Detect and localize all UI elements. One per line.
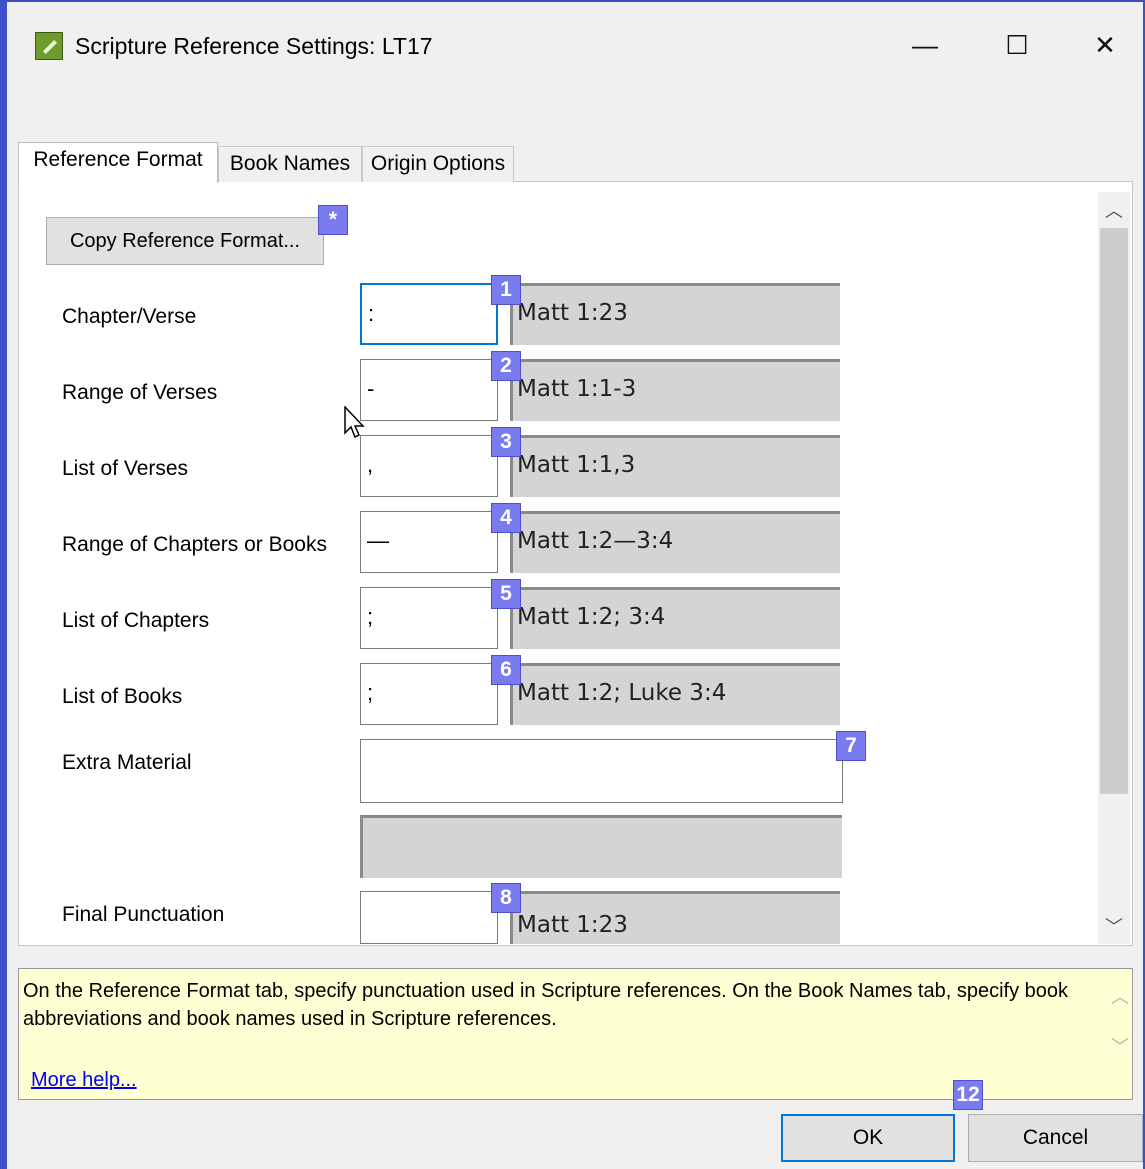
list-of-verses-preview: Matt 1:1,3 bbox=[510, 435, 840, 497]
tab-origin-options[interactable]: Origin Options bbox=[362, 146, 514, 182]
extra-material-input[interactable] bbox=[360, 739, 843, 803]
title-bar: Scripture Reference Settings: LT17 — ☐ ✕ bbox=[7, 2, 1143, 90]
scroll-down-icon[interactable]: ﹀ bbox=[1098, 912, 1130, 942]
badge-copy: * bbox=[318, 205, 348, 235]
help-text: On the Reference Format tab, specify pun… bbox=[23, 980, 1068, 1030]
scroll-up-icon[interactable]: ︿ bbox=[1098, 196, 1130, 226]
help-scroll-up-icon[interactable]: ︿ bbox=[1111, 983, 1129, 1009]
badge-8: 8 bbox=[491, 883, 521, 913]
badge-1: 1 bbox=[491, 275, 521, 305]
badge-4: 4 bbox=[491, 503, 521, 533]
cancel-button[interactable]: Cancel bbox=[968, 1114, 1143, 1162]
list-of-chapters-input[interactable]: ; bbox=[360, 587, 498, 649]
list-of-verses-input[interactable]: , bbox=[360, 435, 498, 497]
range-of-verses-preview: Matt 1:1-3 bbox=[510, 359, 840, 421]
chapter-verse-input[interactable]: : bbox=[360, 283, 498, 345]
badge-5: 5 bbox=[491, 579, 521, 609]
copy-reference-format-button[interactable]: Copy Reference Format... bbox=[46, 217, 324, 265]
final-punctuation-input[interactable] bbox=[360, 891, 498, 944]
label-list-of-chapters: List of Chapters bbox=[62, 609, 210, 632]
scroll-thumb[interactable] bbox=[1100, 228, 1128, 794]
label-range-of-chapters-or-books: Range of Chapters or Books bbox=[62, 533, 327, 556]
range-of-verses-input[interactable]: - bbox=[360, 359, 498, 421]
badge-7: 7 bbox=[836, 731, 866, 761]
range-of-chapters-input[interactable]: — bbox=[360, 511, 498, 573]
list-of-chapters-preview: Matt 1:2; 3:4 bbox=[510, 587, 840, 649]
maximize-button[interactable]: ☐ bbox=[987, 22, 1047, 68]
label-extra-material: Extra Material bbox=[62, 751, 192, 774]
list-of-books-input[interactable]: ; bbox=[360, 663, 498, 725]
label-list-of-verses: List of Verses bbox=[62, 457, 189, 480]
badge-6: 6 bbox=[491, 655, 521, 685]
extra-material-preview bbox=[360, 815, 842, 878]
close-button[interactable]: ✕ bbox=[1075, 22, 1135, 68]
ok-button[interactable]: OK bbox=[781, 1114, 955, 1162]
badge-12: 12 bbox=[953, 1080, 983, 1110]
list-of-books-preview: Matt 1:2; Luke 3:4 bbox=[510, 663, 840, 725]
tab-book-names[interactable]: Book Names bbox=[218, 146, 362, 182]
more-help-link[interactable]: More help... bbox=[31, 1069, 137, 1092]
chapter-verse-preview: Matt 1:23 bbox=[510, 283, 840, 345]
paratext-app-icon bbox=[35, 32, 63, 60]
badge-3: 3 bbox=[491, 427, 521, 457]
range-of-chapters-preview: Matt 1:2—3:4 bbox=[510, 511, 840, 573]
final-punctuation-preview: Matt 1:23 bbox=[510, 891, 840, 944]
mouse-pointer-icon bbox=[344, 406, 365, 439]
vertical-scrollbar[interactable]: ︿ ﹀ bbox=[1098, 192, 1130, 944]
window-title: Scripture Reference Settings: LT17 bbox=[75, 33, 433, 59]
badge-2: 2 bbox=[491, 351, 521, 381]
help-scroll-down-icon[interactable]: ﹀ bbox=[1111, 1033, 1129, 1059]
label-chapter-verse: Chapter/Verse bbox=[62, 305, 197, 328]
label-range-of-verses: Range of Verses bbox=[62, 381, 218, 404]
label-list-of-books: List of Books bbox=[62, 685, 183, 708]
tab-reference-format[interactable]: Reference Format bbox=[18, 142, 218, 183]
minimize-button[interactable]: — bbox=[895, 22, 955, 68]
label-final-punctuation: Final Punctuation bbox=[62, 903, 225, 926]
